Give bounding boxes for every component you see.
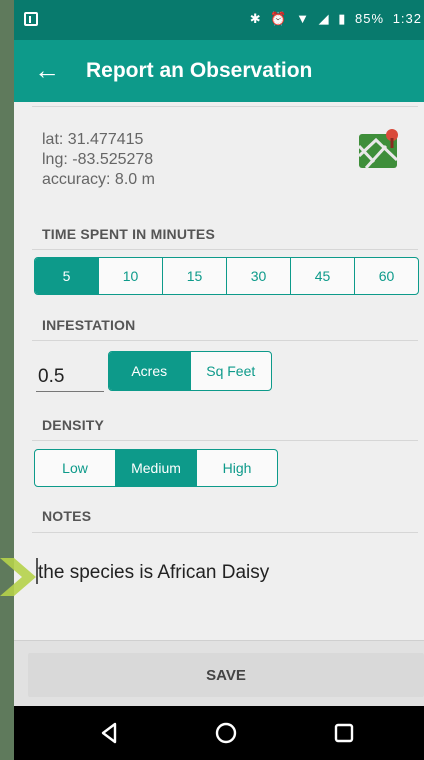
page-title: Report an Observation [86,59,313,82]
notes-label: NOTES [42,508,92,524]
density-selector: Low Medium High [34,449,278,487]
bluetooth-icon: ✱ [249,11,262,26]
action-bar: SAVE [14,640,424,706]
time-option-10[interactable]: 10 [98,258,162,294]
notes-input[interactable]: the species is African Daisy [38,562,269,584]
density-option-medium[interactable]: Medium [115,450,196,486]
save-button[interactable]: SAVE [28,653,424,697]
alarm-icon: ⏰ [270,11,288,26]
longitude: lng: -83.525278 [42,151,154,168]
observation-form: lat: 31.477415 lng: -83.525278 accuracy:… [14,102,424,640]
unit-option-acres[interactable]: Acres [109,352,190,390]
density-option-low[interactable]: Low [35,450,115,486]
location-readout: lat: 31.477415 lng: -83.525278 accuracy:… [42,130,155,190]
infestation-unit-selector: Acres Sq Feet [108,351,272,391]
time-option-5[interactable]: 5 [35,258,98,294]
pointer-arrow-icon [0,558,36,596]
time-option-15[interactable]: 15 [162,258,226,294]
status-bar: ✱ ⏰ ▼ ◢ ▮ 85% 1:32 [14,0,424,40]
divider [32,440,418,441]
infestation-label: INFESTATION [42,317,136,333]
app-bar: ← Report an Observation [14,40,424,102]
clock: 1:32 [392,11,422,26]
time-option-45[interactable]: 45 [290,258,354,294]
density-option-high[interactable]: High [196,450,277,486]
wifi-icon: ▼ [296,11,310,26]
time-spent-label: TIME SPENT IN MINUTES [42,226,215,242]
nav-recents-icon[interactable] [331,720,357,746]
divider [32,532,418,533]
battery-percent: 85% [355,11,385,26]
unit-option-sq-feet[interactable]: Sq Feet [189,352,272,390]
density-label: DENSITY [42,417,105,433]
latitude: lat: 31.477415 [42,131,144,148]
time-option-60[interactable]: 60 [354,258,418,294]
phone-screen: ✱ ⏰ ▼ ◢ ▮ 85% 1:32 ← Report an Observati… [14,0,424,760]
infestation-amount-input[interactable]: 0.5 [36,364,104,392]
time-option-30[interactable]: 30 [226,258,290,294]
nav-home-icon[interactable] [213,720,239,746]
divider [32,340,418,341]
system-nav-bar [14,706,424,760]
status-icons: ✱ ⏰ ▼ ◢ ▮ 85% 1:32 [246,11,422,27]
battery-icon: ▮ [338,11,347,26]
map-pin-icon[interactable] [356,126,402,172]
accuracy: accuracy: 8.0 m [42,171,155,188]
nav-back-icon[interactable] [96,720,122,746]
time-spent-selector: 5 10 15 30 45 60 [34,257,419,295]
signal-icon: ◢ [318,11,330,26]
divider [32,249,418,250]
back-arrow-icon[interactable]: ← [34,56,60,84]
notification-icon [24,12,38,26]
divider [32,106,418,107]
